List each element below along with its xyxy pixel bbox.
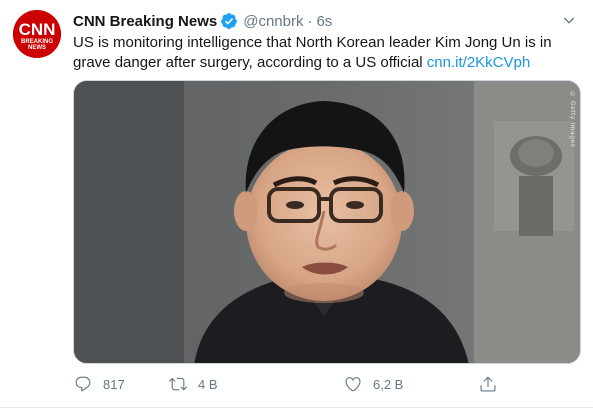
cnn-logo: CNN BREAKING NEWS [13, 10, 61, 58]
heart-icon [343, 374, 363, 394]
author-handle[interactable]: @cnnbrk [243, 13, 303, 30]
retweet-icon [168, 374, 188, 394]
tweet-link[interactable]: cnn.it/2KkCVph [427, 54, 530, 71]
tweet-timestamp[interactable]: 6s [316, 13, 332, 30]
tweet-header: CNN Breaking News @cnnbrk · 6s [73, 11, 332, 31]
like-count: 6,2 В [373, 376, 404, 392]
share-icon [478, 374, 498, 394]
tweet-card[interactable]: CNN BREAKING NEWS CNN Breaking News @cnn… [0, 0, 593, 408]
cnn-logo-text: CNN [19, 20, 56, 39]
avatar[interactable]: CNN BREAKING NEWS [13, 10, 61, 58]
tweet-actions: 817 4 В 6,2 В [73, 372, 513, 396]
like-button[interactable]: 6,2 В [343, 372, 403, 396]
reply-button[interactable]: 817 [73, 372, 125, 396]
separator-dot: · [307, 12, 313, 30]
chevron-down-icon[interactable] [558, 10, 580, 30]
image-credit: © Getty Images [569, 91, 576, 148]
reply-count: 817 [103, 376, 125, 392]
news-text: NEWS [28, 45, 46, 51]
photo-kim-jong-un [74, 81, 580, 363]
tweet-media-image[interactable]: © Getty Images [73, 80, 581, 364]
retweet-button[interactable]: 4 В [168, 372, 218, 396]
share-button[interactable] [478, 372, 498, 396]
retweet-count: 4 В [198, 376, 218, 392]
author-name[interactable]: CNN Breaking News [73, 13, 217, 30]
verified-badge-icon [220, 12, 238, 30]
tweet-text: US is monitoring intelligence that North… [73, 33, 573, 73]
reply-icon [73, 374, 93, 394]
